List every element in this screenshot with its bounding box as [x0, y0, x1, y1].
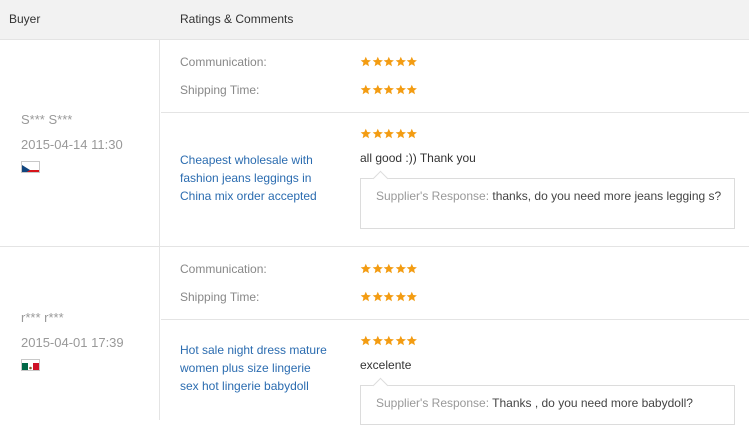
- ratings-comments-column-header: Ratings & Comments: [180, 12, 294, 26]
- star-icon: [383, 128, 395, 139]
- star-icon: [383, 84, 395, 95]
- shipping-time-stars: [360, 84, 418, 95]
- buyer-cell: r*** r*** 2015-04-01 17:39: [0, 247, 160, 420]
- seller-ratings: Communication: Shipping Time:: [161, 40, 749, 113]
- communication-stars: [360, 263, 418, 274]
- product-link[interactable]: Cheapest wholesale with fashion jeans le…: [180, 151, 330, 205]
- czech-flag-icon: [21, 161, 40, 173]
- supplier-response-text: thanks, do you need more jeans legging s…: [492, 189, 722, 203]
- shipping-time-stars: [360, 291, 418, 302]
- star-icon: [372, 84, 383, 95]
- star-icon: [407, 263, 418, 274]
- seller-ratings: Communication: Shipping Time:: [161, 247, 749, 320]
- feedback-row: r*** r*** 2015-04-01 17:39 Communication…: [0, 247, 749, 425]
- star-icon: [360, 128, 371, 139]
- star-icon: [395, 335, 406, 346]
- buyer-name: r*** r***: [21, 310, 64, 325]
- feedback-date: 2015-04-01 17:39: [21, 335, 124, 350]
- supplier-response-label: Supplier's Response:: [376, 189, 490, 203]
- supplier-response-text: Thanks , do you need more babydoll?: [492, 396, 693, 410]
- communication-stars: [360, 56, 418, 67]
- star-icon: [360, 263, 371, 274]
- star-icon: [395, 128, 406, 139]
- star-icon: [383, 335, 395, 346]
- shipping-time-label: Shipping Time:: [180, 290, 260, 304]
- mexico-flag-icon: [21, 359, 40, 371]
- star-icon: [383, 291, 395, 302]
- feedback-row: S*** S*** 2015-04-14 11:30 Communication…: [0, 40, 749, 247]
- star-icon: [383, 263, 395, 274]
- star-icon: [372, 56, 383, 67]
- buyer-comment: excelente: [360, 358, 412, 372]
- star-icon: [360, 84, 371, 95]
- supplier-response-label: Supplier's Response:: [376, 396, 490, 410]
- star-icon: [372, 128, 383, 139]
- feedback-date: 2015-04-14 11:30: [21, 137, 123, 152]
- star-icon: [407, 291, 418, 302]
- supplier-response: Supplier's Response: thanks, do you need…: [360, 178, 735, 229]
- buyer-name: S*** S***: [21, 112, 73, 127]
- product-rating-stars: [360, 335, 418, 346]
- star-icon: [395, 291, 406, 302]
- buyer-comment: all good :)) Thank you: [360, 151, 476, 165]
- table-header: Buyer Ratings & Comments: [0, 0, 749, 40]
- star-icon: [407, 84, 418, 95]
- star-icon: [407, 56, 418, 67]
- communication-label: Communication:: [180, 262, 267, 276]
- star-icon: [383, 56, 395, 67]
- communication-label: Communication:: [180, 55, 267, 69]
- buyer-column-header: Buyer: [9, 12, 41, 26]
- star-icon: [395, 84, 406, 95]
- star-icon: [372, 335, 383, 346]
- star-icon: [360, 335, 371, 346]
- supplier-response: Supplier's Response: Thanks , do you nee…: [360, 385, 735, 425]
- star-icon: [360, 291, 371, 302]
- product-link[interactable]: Hot sale night dress mature women plus s…: [180, 341, 330, 395]
- shipping-time-label: Shipping Time:: [180, 83, 260, 97]
- star-icon: [372, 291, 383, 302]
- star-icon: [372, 263, 383, 274]
- star-icon: [395, 56, 406, 67]
- product-rating-stars: [360, 128, 418, 139]
- star-icon: [407, 335, 418, 346]
- star-icon: [407, 128, 418, 139]
- star-icon: [395, 263, 406, 274]
- star-icon: [360, 56, 371, 67]
- buyer-cell: S*** S*** 2015-04-14 11:30: [0, 40, 160, 246]
